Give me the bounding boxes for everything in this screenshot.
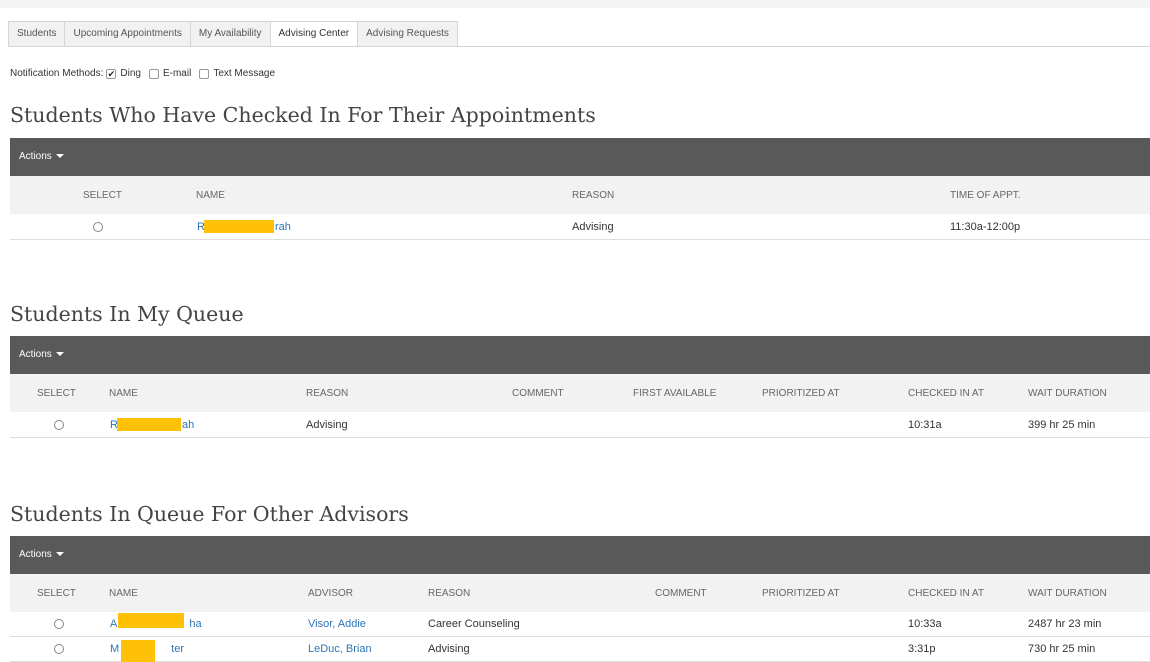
col-wait-duration: WAIT DURATION [1028,587,1107,599]
tab-my-availability[interactable]: My Availability [189,21,270,47]
checked-in-action-bar: Actions [10,138,1150,176]
tab-advising-requests[interactable]: Advising Requests [357,21,458,47]
checked-in-at-cell: 3:31p [908,643,936,655]
select-radio[interactable] [54,619,64,629]
col-prioritized-at: PRIORITIZED AT [762,387,840,399]
checked-in-at-cell: 10:33a [908,618,942,630]
col-comment: COMMENT [655,587,707,599]
col-reason: REASON [572,189,615,201]
redaction-block [117,418,181,431]
redaction-block [121,640,155,662]
table-row: Rah Advising 10:31a 399 hr 25 min [10,412,1150,438]
select-radio[interactable] [54,644,64,654]
actions-label: Actions [19,549,52,560]
my-queue-header-row: SELECT NAME REASON COMMENT FIRST AVAILAB… [10,374,1150,412]
caret-down-icon [55,352,64,357]
name-start: M [110,643,120,655]
other-queue-action-bar: Actions [10,536,1150,574]
notification-label: Notification Methods: [10,68,104,79]
other-queue-header-row: SELECT NAME ADVISOR REASON COMMENT PRIOR… [10,574,1150,612]
ding-label: Ding [120,68,141,79]
tab-bar: Students Upcoming Appointments My Availa… [8,21,458,47]
wait-duration-cell: 2487 hr 23 min [1028,618,1102,630]
col-reason: REASON [428,587,471,599]
reason-cell: Advising [428,643,470,655]
caret-down-icon [55,154,64,159]
col-name: NAME [109,387,138,399]
my-queue-title: Students In My Queue [10,302,244,326]
redaction-block [204,220,274,233]
ding-checkbox[interactable]: ✔ [106,68,117,79]
name-end: ha [189,618,202,630]
redaction-block [118,613,184,628]
text-message-checkbox[interactable] [199,68,210,79]
reason-cell: Advising [572,220,614,233]
checked-in-header-row: SELECT NAME REASON TIME OF APPT. [10,176,1150,214]
name-start: A [110,618,118,630]
text-message-label: Text Message [213,68,276,79]
name-end: ter [171,643,185,655]
checked-in-at-cell: 10:31a [908,418,942,431]
actions-label: Actions [19,349,52,360]
select-radio[interactable] [93,221,103,232]
tab-upcoming-appointments[interactable]: Upcoming Appointments [64,21,190,47]
tab-divider [8,46,1150,47]
name-end: rah [274,220,291,233]
reason-cell: Career Counseling [428,618,520,630]
checked-in-actions-button[interactable]: Actions [19,151,64,162]
select-radio[interactable] [54,419,64,430]
name-end: ah [181,418,195,431]
col-select: SELECT [37,387,76,399]
advisor-link[interactable]: LeDuc, Brian [308,637,372,661]
caret-down-icon [55,552,64,557]
col-first-available: FIRST AVAILABLE [633,387,717,399]
col-select: SELECT [83,189,122,201]
reason-cell: Advising [306,418,348,431]
top-strip [0,0,1150,8]
notification-methods: Notification Methods: ✔ Ding E-mail Text… [10,68,275,79]
advisor-link[interactable]: Visor, Addie [308,612,366,636]
col-select: SELECT [37,587,76,599]
col-wait-duration: WAIT DURATION [1028,387,1107,399]
col-prioritized-at: PRIORITIZED AT [762,587,840,599]
col-checked-in-at: CHECKED IN AT [908,387,984,399]
other-queue-title: Students In Queue For Other Advisors [10,502,409,526]
checked-in-title: Students Who Have Checked In For Their A… [10,103,596,127]
wait-duration-cell: 399 hr 25 min [1028,418,1096,431]
email-checkbox[interactable] [148,68,159,79]
col-reason: REASON [306,387,349,399]
actions-label: Actions [19,151,52,162]
col-name: NAME [196,189,225,201]
col-advisor: ADVISOR [308,587,354,599]
email-label: E-mail [162,68,192,79]
tab-advising-center[interactable]: Advising Center [269,21,358,47]
table-row: Mter LeDuc, Brian Advising 3:31p 730 hr … [10,637,1150,662]
my-queue-actions-button[interactable]: Actions [19,349,64,360]
col-name: NAME [109,587,138,599]
tab-students[interactable]: Students [8,21,65,47]
other-queue-actions-button[interactable]: Actions [19,549,64,560]
wait-duration-cell: 730 hr 25 min [1028,643,1096,655]
table-row: Rrah Advising 11:30a-12:00p [10,214,1150,240]
col-checked-in-at: CHECKED IN AT [908,587,984,599]
my-queue-action-bar: Actions [10,336,1150,374]
col-time-of-appt: TIME OF APPT. [950,189,1021,201]
col-comment: COMMENT [512,387,564,399]
time-cell: 11:30a-12:00p [950,220,1021,233]
